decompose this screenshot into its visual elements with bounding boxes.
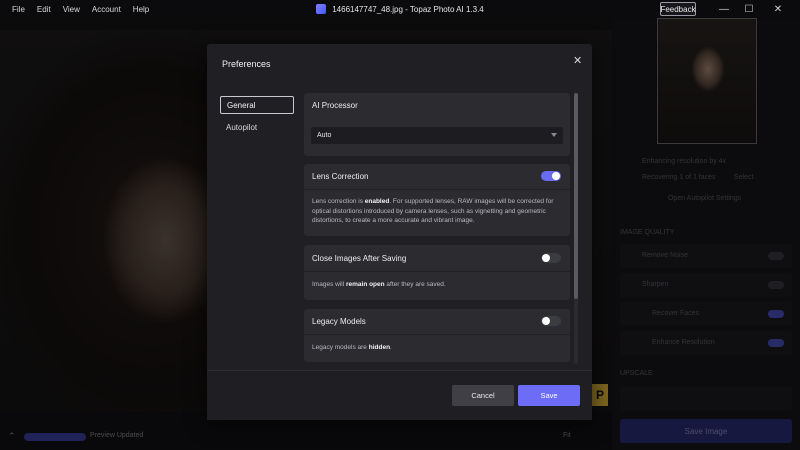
app-logo-icon — [316, 4, 327, 14]
ai-processor-heading: AI Processor — [312, 101, 358, 110]
close-after-saving-toggle[interactable] — [541, 253, 561, 263]
window-close-icon[interactable]: ✕ — [766, 0, 790, 18]
toggle-knob — [552, 172, 560, 180]
content-scrollbar[interactable] — [574, 93, 578, 364]
ai-processor-select[interactable]: Auto — [311, 127, 563, 144]
divider — [304, 334, 570, 335]
dialog-title: Preferences — [222, 59, 271, 69]
lens-correction-card: Lens Correction Lens correction is enabl… — [304, 164, 570, 236]
ai-processor-value: Auto — [317, 132, 332, 139]
save-button[interactable]: Save — [518, 385, 580, 406]
feedback-button[interactable]: Feedback — [660, 2, 696, 16]
minimize-icon[interactable]: — — [712, 0, 736, 18]
legacy-models-description: Legacy models are hidden. — [312, 344, 392, 351]
toggle-knob — [542, 254, 550, 262]
maximize-icon[interactable]: ☐ — [737, 0, 761, 18]
divider — [304, 271, 570, 272]
nav-general[interactable]: General — [220, 96, 294, 114]
preferences-content: AI Processor Auto Lens Correction Lens c… — [304, 93, 571, 364]
window-title-text: 1466147747_48.jpg - Topaz Photo AI 1.3.4 — [332, 4, 484, 14]
close-after-saving-description: Images will remain open after they are s… — [312, 281, 446, 288]
chevron-down-icon — [551, 133, 557, 137]
close-after-saving-card: Close Images After Saving Images will re… — [304, 245, 570, 300]
dialog-close-icon[interactable]: ✕ — [573, 54, 582, 67]
legacy-models-toggle[interactable] — [541, 316, 561, 326]
lens-correction-heading: Lens Correction — [312, 172, 369, 181]
lens-correction-toggle[interactable] — [541, 171, 561, 181]
cancel-button[interactable]: Cancel — [452, 385, 514, 406]
nav-autopilot[interactable]: Autopilot — [220, 118, 294, 136]
preferences-dialog: Preferences ✕ General Autopilot AI Proce… — [207, 44, 592, 420]
legacy-models-heading: Legacy Models — [312, 317, 366, 326]
divider — [304, 189, 570, 190]
lens-correction-description: Lens correction is enabled. For supporte… — [312, 198, 554, 224]
ai-processor-card: AI Processor Auto — [304, 93, 570, 156]
toggle-knob — [542, 317, 550, 325]
legacy-models-card: Legacy Models Legacy models are hidden. — [304, 309, 570, 362]
scrollbar-thumb[interactable] — [574, 93, 578, 299]
close-after-saving-heading: Close Images After Saving — [312, 254, 407, 263]
